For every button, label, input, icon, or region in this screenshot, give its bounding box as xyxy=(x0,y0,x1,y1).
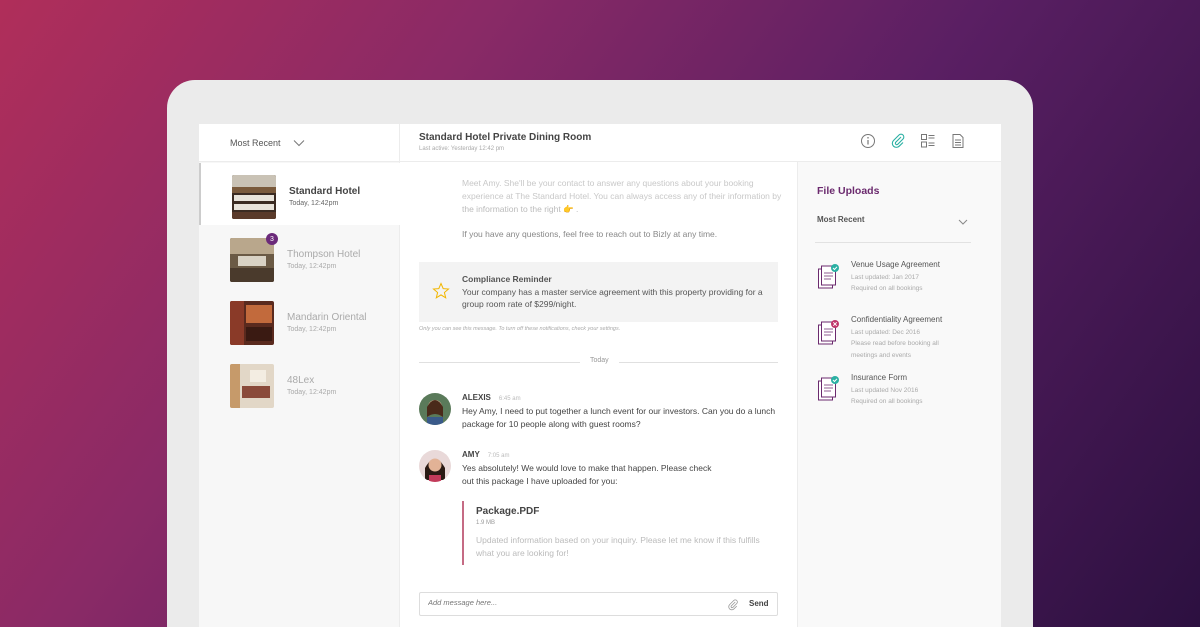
doc-check-icon[interactable] xyxy=(817,376,841,402)
document-title[interactable]: Confidentiality Agreement xyxy=(851,315,942,324)
hotel-thumbnail xyxy=(230,238,274,282)
chevron-down-icon[interactable] xyxy=(958,214,968,225)
conversation-time: Today, 12:42pm xyxy=(287,389,337,396)
conversation-item-thompson-hotel[interactable]: 3 Thompson Hotel Today, 12:42pm xyxy=(199,226,400,288)
message-text: package for 10 people along with guest r… xyxy=(462,419,641,429)
doc-error-icon[interactable] xyxy=(817,320,841,346)
app-window: Most Recent Standard Hotel Today, 12:42p… xyxy=(199,124,1001,627)
attachment-size: 1.9 MB xyxy=(476,520,496,526)
document-icon[interactable] xyxy=(950,133,966,149)
file-uploads-panel: File Uploads Most Recent Venue Usage Agr… xyxy=(797,162,1001,627)
hotel-thumbnail xyxy=(230,364,274,408)
document-updated: Last updated Nov 2016 xyxy=(851,387,919,394)
day-divider-label: Today xyxy=(580,357,619,364)
document-note: Required on all bookings xyxy=(851,398,923,405)
document-updated: Last updated: Dec 2016 xyxy=(851,329,921,336)
conversation-item-mandarin-oriental[interactable]: Mandarin Oriental Today, 12:42pm xyxy=(199,289,400,351)
conversation-name: Thompson Hotel xyxy=(287,249,361,260)
info-icon[interactable] xyxy=(860,133,876,149)
last-active: Last active: Yesterday 12:42 pm xyxy=(419,146,505,152)
compliance-title: Compliance Reminder xyxy=(462,274,552,284)
conversation-name: Standard Hotel xyxy=(289,186,361,197)
chevron-down-icon xyxy=(293,137,305,149)
conversation-time: Today, 12:42pm xyxy=(287,326,337,333)
avatar xyxy=(419,393,451,425)
file-attachment[interactable]: Package.PDF 1.9 MB Updated information b… xyxy=(462,501,772,565)
layout-icon[interactable] xyxy=(920,133,936,149)
conversation-item-48lex[interactable]: 48Lex Today, 12:42pm xyxy=(199,352,400,414)
conversation-sidebar: Most Recent Standard Hotel Today, 12:42p… xyxy=(199,124,400,627)
star-icon xyxy=(432,282,450,300)
compliance-reminder: Compliance Reminder Your company has a m… xyxy=(419,262,778,322)
message-composer: Send xyxy=(419,592,778,616)
send-button[interactable]: Send xyxy=(749,599,769,608)
message-text: Hey Amy, I need to put together a lunch … xyxy=(462,406,776,416)
document-note: Required on all bookings xyxy=(851,285,923,292)
message-time: 7:05 am xyxy=(487,453,510,459)
hotel-thumbnail xyxy=(232,175,276,219)
paperclip-icon[interactable] xyxy=(890,133,906,149)
sort-dropdown[interactable]: Most Recent xyxy=(199,124,399,162)
intro-text: If you have any questions, feel free to … xyxy=(462,229,718,239)
sender-name: AMY xyxy=(462,450,480,459)
sender-name: ALEXIS xyxy=(462,393,491,402)
file-uploads-title: File Uploads xyxy=(817,185,880,197)
intro-text: the information to the right 👉 . xyxy=(462,204,579,214)
sort-label: Most Recent xyxy=(230,137,281,148)
message-input[interactable] xyxy=(428,598,708,607)
doc-check-icon[interactable] xyxy=(817,264,841,290)
message-sender: AMY 7:05 am xyxy=(462,450,509,459)
unread-badge: 3 xyxy=(266,233,278,245)
hotel-thumbnail xyxy=(230,301,274,345)
paperclip-icon[interactable] xyxy=(727,598,739,611)
conversation-name: 48Lex xyxy=(287,375,315,386)
avatar xyxy=(419,450,451,482)
document-updated: Last updated: Jan 2017 xyxy=(851,274,919,281)
message-text: out this package I have uploaded for you… xyxy=(462,476,618,486)
conversation-time: Today, 12:42pm xyxy=(289,200,339,207)
attachment-name[interactable]: Package.PDF xyxy=(476,506,539,517)
attachment-description: Updated information based on your inquir… xyxy=(476,535,760,558)
message-text: Yes absolutely! We would love to make th… xyxy=(462,463,712,473)
message-time: 6:45 am xyxy=(498,396,521,402)
compliance-body: Your company has a master service agreem… xyxy=(462,287,763,309)
intro-text: experience at The Standard Hotel. You ca… xyxy=(462,191,782,201)
conversation-name: Mandarin Oriental xyxy=(287,312,367,323)
conversation-time: Today, 12:42pm xyxy=(287,263,337,270)
message-sender: ALEXIS 6:45 am xyxy=(462,393,521,402)
document-title[interactable]: Venue Usage Agreement xyxy=(851,260,940,269)
chat-panel: Standard Hotel Private Dining Room Last … xyxy=(400,124,1001,627)
notification-note: Only you can see this message. To turn o… xyxy=(419,326,621,332)
document-title[interactable]: Insurance Form xyxy=(851,373,907,382)
conversation-item-standard-hotel[interactable]: Standard Hotel Today, 12:42pm xyxy=(199,163,400,225)
document-note: Please read before booking all meetings … xyxy=(851,340,939,359)
intro-text: Meet Amy. She'll be your contact to answ… xyxy=(462,178,754,188)
divider xyxy=(815,242,971,243)
page-title: Standard Hotel Private Dining Room xyxy=(419,132,592,143)
chat-header: Standard Hotel Private Dining Room Last … xyxy=(400,124,1001,162)
file-sort-dropdown[interactable]: Most Recent xyxy=(817,215,865,224)
